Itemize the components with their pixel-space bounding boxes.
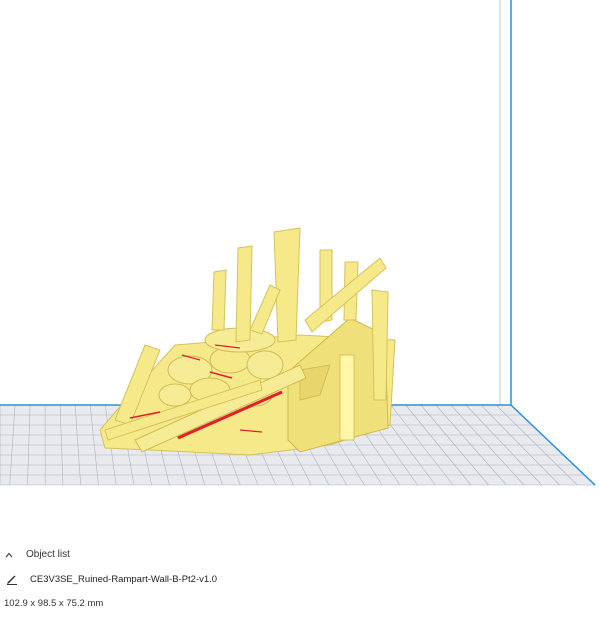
object-file-name: CE3V3SE_Ruined-Rampart-Wall-B-Pt2-v1.0: [30, 573, 218, 585]
object-dimensions: 102.9 x 98.5 x 75.2 mm: [4, 598, 104, 609]
object-list-label: Object list: [26, 549, 70, 560]
object-list-toggle[interactable]: Object list: [4, 549, 70, 560]
object-list-panel: Object list CE3V3SE_Ruined-Rampart-Wall-…: [0, 540, 600, 617]
chevron-up-icon: [5, 552, 13, 557]
3d-model[interactable]: [99, 227, 396, 456]
3d-viewport[interactable]: [0, 0, 600, 540]
object-name-row: CE3V3SE_Ruined-Rampart-Wall-B-Pt2-v1.0: [6, 573, 217, 585]
pencil-icon[interactable]: [6, 573, 18, 585]
build-plate-scene: [0, 0, 596, 486]
